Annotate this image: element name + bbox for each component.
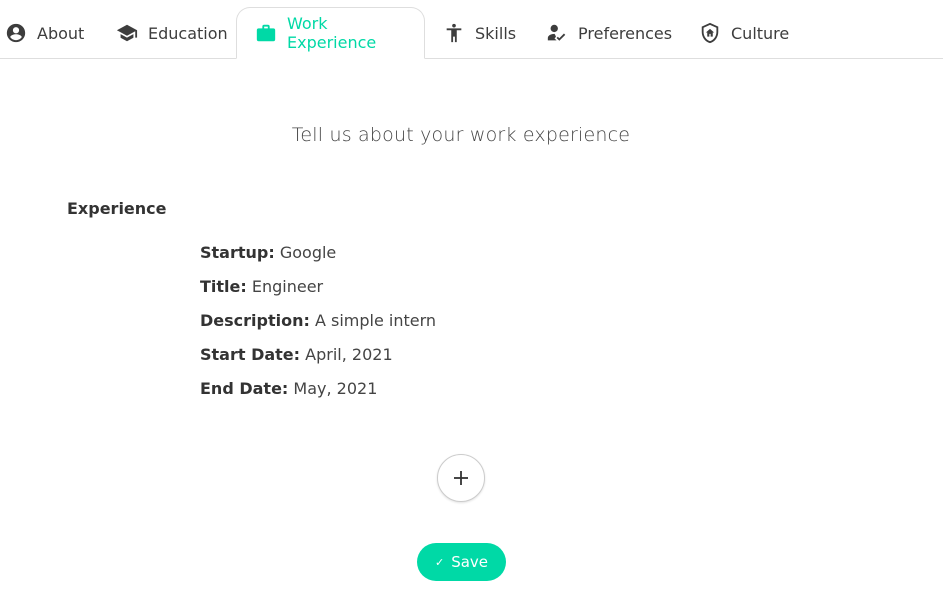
graduation-cap-icon <box>116 24 138 42</box>
tab-work-experience-label: Work Experience <box>287 14 377 52</box>
user-circle-icon <box>6 23 26 43</box>
tab-culture[interactable]: Culture <box>699 7 789 59</box>
tab-about[interactable]: About <box>5 7 84 59</box>
title-label: Title: <box>200 277 247 296</box>
title-value: Engineer <box>251 277 324 296</box>
start-date-label: Start Date: <box>200 345 301 364</box>
tab-education[interactable]: Education <box>116 7 228 59</box>
experience-title: Title: Engineer <box>200 277 323 296</box>
accessibility-person-icon <box>446 23 462 43</box>
experience-end-date: End Date: May, 2021 <box>200 379 377 398</box>
tab-preferences-label: Preferences <box>578 23 673 43</box>
tab-education-label: Education <box>148 23 228 43</box>
tab-skills[interactable]: Skills <box>443 7 516 59</box>
add-experience-button[interactable] <box>437 454 485 502</box>
save-button-label: Save <box>451 553 489 571</box>
tab-culture-label: Culture <box>731 23 790 43</box>
experience-description: Description: A simple intern <box>200 311 436 330</box>
tab-skills-label: Skills <box>475 23 517 43</box>
tab-about-label: About <box>37 23 85 43</box>
experience-section-label: Experience <box>67 199 167 218</box>
save-button[interactable]: ✓ Save <box>417 543 506 581</box>
profile-tab-bar: About Education Work Experience Skills P… <box>0 0 943 59</box>
experience-startup: Startup: Google <box>200 243 336 262</box>
page-headline: Tell us about your work experience <box>291 124 631 146</box>
plus-icon <box>454 471 468 485</box>
tab-preferences[interactable]: Preferences <box>546 7 672 59</box>
startup-label: Startup: <box>200 243 275 262</box>
start-date-value: April, 2021 <box>305 345 393 364</box>
tab-work-experience[interactable]: Work Experience <box>236 7 425 59</box>
experience-start-date: Start Date: April, 2021 <box>200 345 393 364</box>
description-value: A simple intern <box>314 311 437 330</box>
startup-value: Google <box>279 243 337 262</box>
check-icon: ✓ <box>434 555 445 569</box>
shield-home-icon <box>701 22 719 44</box>
description-label: Description: <box>200 311 310 330</box>
person-check-icon <box>547 24 566 41</box>
end-date-label: End Date: <box>200 379 289 398</box>
end-date-value: May, 2021 <box>293 379 378 398</box>
briefcase-icon <box>256 24 276 42</box>
